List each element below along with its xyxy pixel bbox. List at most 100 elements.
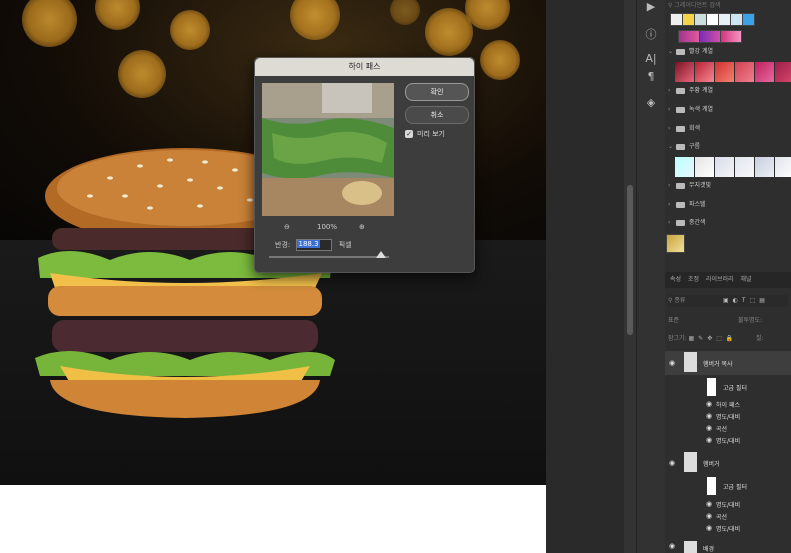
folder-icon (676, 143, 685, 150)
bokeh-light (118, 50, 166, 98)
eye-icon[interactable]: ◉ (706, 436, 714, 444)
gradient-folder-clouds[interactable]: ⌄ 구름 (668, 140, 790, 154)
gradient-folder-gray[interactable]: › 회색 (668, 122, 790, 136)
gradient-swatch[interactable] (678, 30, 700, 43)
layer-row[interactable]: ◉ 곡선 (665, 424, 791, 435)
radius-row: 반경: 188.3 픽셀 (275, 239, 352, 251)
ok-button[interactable]: 확인 (405, 83, 469, 101)
folder-icon (676, 219, 685, 226)
layer-row[interactable]: 고급 필터 (665, 378, 791, 396)
gradient-swatch[interactable] (755, 62, 774, 82)
chevron-right-icon: › (668, 219, 671, 226)
radius-input[interactable]: 188.3 (296, 239, 333, 251)
preview-image (262, 83, 394, 216)
chevron-right-icon: › (668, 106, 671, 113)
layer-name[interactable]: 곡선 (716, 424, 727, 433)
layer-name[interactable]: 명도/대비 (716, 436, 740, 445)
info-icon[interactable]: ⓘ (637, 26, 665, 42)
layer-name[interactable]: 하이 패스 (716, 400, 740, 409)
gradient-swatch[interactable] (735, 62, 754, 82)
3d-cube-icon[interactable]: ◈ (637, 96, 665, 109)
bokeh-light (480, 40, 520, 80)
high-pass-dialog: 하이 패스 확인 취소 ✓ 미리 보기 ⊖ 100% ⊕ 반경: 188.3 픽셀 (254, 57, 475, 273)
chevron-right-icon: › (668, 182, 671, 189)
layer-kind-select[interactable]: 종류 (674, 297, 685, 304)
layer-name[interactable]: 배경 (703, 544, 714, 553)
bokeh-light (170, 10, 210, 50)
character-icon[interactable]: A| (637, 52, 665, 65)
gradient-swatch[interactable] (735, 157, 754, 177)
layer-name[interactable]: 명도/대비 (716, 500, 740, 509)
checkbox-checked-icon[interactable]: ✓ (405, 130, 413, 138)
blend-mode-select[interactable]: 표준 (668, 317, 679, 324)
gradient-folder-neutral[interactable]: › 중간색 (668, 216, 790, 230)
zoom-in-icon[interactable]: ⊕ (359, 223, 365, 231)
eye-icon[interactable]: ◉ (706, 424, 714, 432)
gradient-swatch[interactable] (742, 13, 755, 26)
tab-properties[interactable]: 속성 (670, 276, 681, 283)
eye-icon[interactable]: ◉ (669, 542, 677, 550)
layer-filter-icons[interactable]: ▣◐T⬚▤ (723, 295, 769, 307)
radius-unit: 픽셀 (338, 241, 352, 249)
layer-row[interactable]: ◉ 명도/대비 (665, 500, 791, 511)
layer-name[interactable]: 고급 필터 (723, 383, 747, 392)
gradient-folder-orange[interactable]: › 주황 계열 (668, 84, 790, 98)
filter-mask-thumbnail (707, 477, 716, 495)
layer-row[interactable]: ◉ 하이 패스 (665, 400, 791, 411)
eye-icon[interactable]: ◉ (669, 359, 677, 367)
gradient-swatch[interactable] (675, 157, 694, 177)
layer-name[interactable]: 고급 필터 (723, 482, 747, 491)
layer-row[interactable]: ◉ 명도/대비 (665, 436, 791, 447)
layer-name[interactable]: 햄버거 복사 (703, 359, 733, 368)
cancel-button[interactable]: 취소 (405, 106, 469, 124)
gradient-swatch[interactable] (675, 62, 694, 82)
radius-slider[interactable] (269, 251, 389, 258)
radius-label: 반경: (275, 241, 291, 249)
eye-icon[interactable]: ◉ (706, 512, 714, 520)
eye-icon[interactable]: ◉ (706, 412, 714, 420)
layer-row[interactable]: 고급 필터 (665, 477, 791, 495)
zoom-out-icon[interactable]: ⊖ (284, 223, 290, 231)
gradient-swatch[interactable] (715, 157, 734, 177)
filter-preview[interactable] (262, 83, 394, 216)
gradient-search-input[interactable]: 그레이디언트 검색 (674, 2, 720, 9)
layer-row[interactable]: ◉ 햄버거 (665, 452, 791, 474)
eye-icon[interactable]: ◉ (706, 500, 714, 508)
chevron-right-icon: › (668, 125, 671, 132)
scrollbar-thumb[interactable] (627, 185, 633, 335)
lock-icons[interactable]: ▦✎✥⬚🔒 (689, 335, 738, 342)
eye-icon[interactable]: ◉ (706, 400, 714, 408)
layer-name[interactable]: 명도/대비 (716, 412, 740, 421)
gradient-search[interactable]: ⚲ 그레이디언트 검색 (668, 0, 790, 10)
gradient-swatch[interactable] (695, 62, 714, 82)
slider-thumb[interactable] (376, 251, 386, 258)
gradient-swatch[interactable] (699, 30, 721, 43)
gradient-swatch[interactable] (666, 234, 685, 253)
layer-name[interactable]: 명도/대비 (716, 524, 740, 533)
layer-row[interactable]: ◉ 햄버거 복사 (665, 351, 791, 375)
gradient-swatch[interactable] (715, 62, 734, 82)
gradient-swatch[interactable] (775, 157, 791, 177)
paragraph-icon[interactable]: ¶ (637, 70, 665, 83)
preview-checkbox[interactable]: ✓ 미리 보기 (405, 129, 445, 139)
layer-row[interactable]: ◉ 곡선 (665, 512, 791, 523)
play-icon[interactable]: ▶ (637, 0, 665, 13)
gradient-swatch[interactable] (695, 157, 714, 177)
tab-adjustments[interactable]: 조정 (688, 276, 699, 283)
gradient-folder-green[interactable]: › 녹색 계열 (668, 103, 790, 117)
layer-row[interactable]: ◉ 명도/대비 (665, 524, 791, 535)
tab-libraries[interactable]: 라이브러리 (706, 276, 734, 283)
layer-name[interactable]: 햄버거 (703, 459, 720, 468)
gradient-swatch[interactable] (775, 62, 791, 82)
gradient-folder-pastel[interactable]: › 파스텔 (668, 198, 790, 212)
layer-name[interactable]: 곡선 (716, 512, 727, 521)
tab-channels[interactable]: 채널 (740, 276, 751, 283)
layer-row[interactable]: ◉ 배경 (665, 540, 791, 553)
layer-row[interactable]: ◉ 명도/대비 (665, 412, 791, 423)
eye-icon[interactable]: ◉ (669, 459, 677, 467)
gradient-folder-red[interactable]: ⌄ 빨강 계열 (668, 45, 790, 59)
gradient-swatch[interactable] (755, 157, 774, 177)
gradient-swatch[interactable] (720, 30, 742, 43)
eye-icon[interactable]: ◉ (706, 524, 714, 532)
gradient-folder-iridescent[interactable]: › 무지갯빛 (668, 179, 790, 193)
